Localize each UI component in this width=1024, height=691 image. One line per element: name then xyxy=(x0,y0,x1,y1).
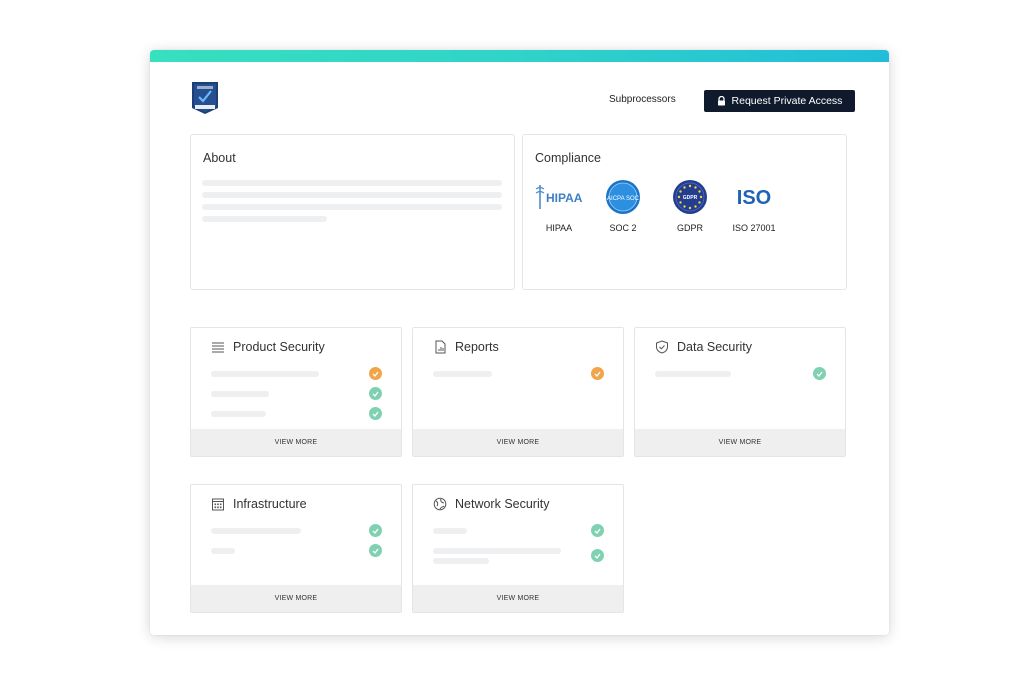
trust-center-window: Subprocessors Request Private Access Abo… xyxy=(150,50,889,635)
status-check-icon xyxy=(369,407,382,420)
card-placeholder-line xyxy=(211,548,235,554)
about-title: About xyxy=(203,151,236,165)
hipaa-logo-text: HIPAA xyxy=(546,191,583,205)
hipaa-label: HIPAA xyxy=(545,223,573,233)
data-security-card[interactable]: Data Security VIEW MORE xyxy=(634,327,846,457)
globe-icon xyxy=(433,497,447,511)
hipaa-logo-icon: HIPAA xyxy=(535,185,583,209)
card-placeholder-line xyxy=(211,391,269,397)
list-icon xyxy=(211,340,225,354)
accent-bar xyxy=(150,50,889,62)
aicpa-soc-icon: AICPA SOC xyxy=(606,180,640,214)
card-placeholder-line xyxy=(433,528,467,534)
report-icon xyxy=(433,340,447,354)
product-security-card[interactable]: Product Security VIEW MORE xyxy=(190,327,402,457)
soc2-label: SOC 2 xyxy=(609,223,637,233)
view-more-button[interactable]: VIEW MORE xyxy=(191,429,401,456)
iso27001-label: ISO 27001 xyxy=(732,223,776,233)
subprocessors-link[interactable]: Subprocessors xyxy=(609,94,676,105)
soc2-badge[interactable]: AICPA SOC SOC 2 xyxy=(603,179,643,233)
about-placeholder-line xyxy=(202,204,502,210)
status-check-icon xyxy=(369,544,382,557)
iso-logo-text: ISO xyxy=(737,187,771,209)
status-check-icon xyxy=(369,387,382,400)
card-title: Infrastructure xyxy=(233,497,307,511)
compliance-title: Compliance xyxy=(535,151,602,165)
about-placeholder-line xyxy=(202,192,502,198)
status-check-icon xyxy=(813,367,826,380)
gdpr-stars-icon: GDPR xyxy=(673,180,707,214)
request-private-access-button[interactable]: Request Private Access xyxy=(704,90,855,112)
status-check-icon xyxy=(591,549,604,562)
compliance-panel: Compliance HIPAA HIPAA AICPA SOC SOC 2 G… xyxy=(522,134,847,290)
about-placeholder-line xyxy=(202,180,502,186)
iso-logo-icon: ISO xyxy=(737,187,771,209)
shield-icon xyxy=(655,340,669,354)
about-panel: About xyxy=(190,134,515,290)
soc-logo-text: AICPA SOC xyxy=(607,196,640,202)
request-private-access-label: Request Private Access xyxy=(731,95,843,107)
status-warning-icon xyxy=(591,367,604,380)
card-placeholder-line xyxy=(211,411,266,417)
card-placeholder-line xyxy=(433,548,561,554)
status-check-icon xyxy=(591,524,604,537)
card-placeholder-line xyxy=(211,528,301,534)
lock-icon xyxy=(717,95,726,106)
card-placeholder-line xyxy=(211,371,319,377)
view-more-button[interactable]: VIEW MORE xyxy=(635,429,845,456)
infrastructure-card[interactable]: Infrastructure VIEW MORE xyxy=(190,484,402,613)
card-placeholder-line xyxy=(433,558,489,564)
status-warning-icon xyxy=(369,367,382,380)
about-placeholder-line xyxy=(202,216,327,222)
gdpr-label: GDPR xyxy=(676,223,703,233)
card-title: Product Security xyxy=(233,340,325,354)
gdpr-badge[interactable]: GDPR GDPR xyxy=(670,179,710,233)
view-more-button[interactable]: VIEW MORE xyxy=(413,429,623,456)
card-placeholder-line xyxy=(433,371,492,377)
card-placeholder-line xyxy=(655,371,731,377)
card-title: Network Security xyxy=(455,497,550,511)
reports-card[interactable]: Reports VIEW MORE xyxy=(412,327,624,457)
view-more-button[interactable]: VIEW MORE xyxy=(191,585,401,612)
hipaa-badge[interactable]: HIPAA HIPAA xyxy=(535,179,583,233)
card-title: Data Security xyxy=(677,340,753,354)
cyber-essentials-logo xyxy=(190,80,220,116)
card-title: Reports xyxy=(455,340,499,354)
network-security-card[interactable]: Network Security VIEW MORE xyxy=(412,484,624,613)
gdpr-logo-text: GDPR xyxy=(683,195,698,201)
status-check-icon xyxy=(369,524,382,537)
iso27001-badge[interactable]: ISO ISO 27001 xyxy=(729,179,779,233)
building-icon xyxy=(211,497,225,511)
view-more-button[interactable]: VIEW MORE xyxy=(413,585,623,612)
